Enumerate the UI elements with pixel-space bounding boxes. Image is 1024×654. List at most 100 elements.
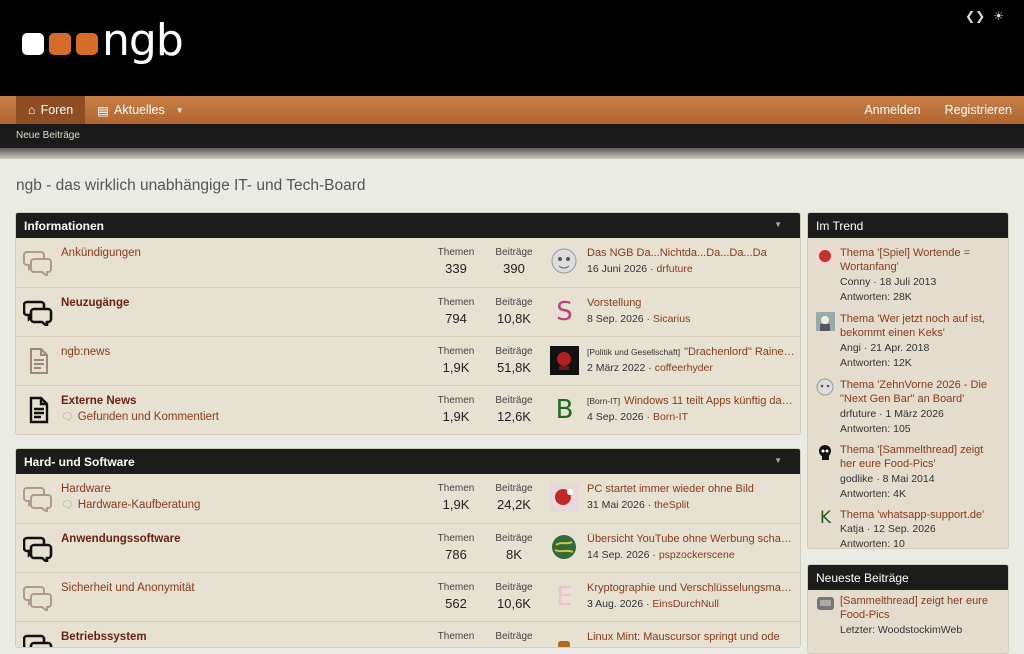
subforum-label: Gefunden und Kommentiert: [77, 411, 219, 423]
stat-label: Beiträge: [495, 582, 533, 593]
thread-prefix: [Born-IT]: [587, 396, 621, 406]
tab-news[interactable]: ▤ Aktuelles ▼: [85, 96, 195, 124]
avatar[interactable]: K: [816, 508, 835, 528]
themen-stat: Themen 339: [426, 247, 486, 276]
last-post-title[interactable]: Kryptographie und Verschlüsselungsmaßnah…: [587, 582, 795, 594]
last-post-title[interactable]: Übersicht YouTube ohne Werbung schauen: [587, 533, 795, 545]
stat-label: Themen: [437, 533, 475, 544]
forum-title[interactable]: Neuzugänge: [61, 297, 129, 309]
trend-item[interactable]: Thema 'ZehnVorne 2026 - Die "Next Gen Ba…: [808, 374, 1008, 440]
trend-item-answers: Antworten: 4K: [840, 488, 906, 500]
stat-value: 562: [445, 596, 467, 611]
trend-item[interactable]: Thema '[Sammelthread] zeigt her eure Foo…: [808, 439, 1008, 505]
home-icon: ⌂: [28, 103, 36, 117]
themen-stat: Themen 786: [426, 533, 486, 562]
last-post-title[interactable]: [Born-IT] Windows 11 teilt Apps künftig d…: [587, 395, 795, 407]
last-post-user[interactable]: EinsDurchNull: [652, 598, 719, 610]
themen-stat: Themen 794: [426, 297, 486, 326]
last-post-date[interactable]: 8 Sep. 2026: [587, 313, 644, 325]
forum-title[interactable]: Externe News: [61, 395, 136, 407]
trend-item-title[interactable]: Thema '[Spiel] Wortende = Wortanfang': [840, 246, 1000, 274]
avatar[interactable]: [550, 533, 579, 562]
last-post-date[interactable]: 16 Juni 2026: [587, 263, 647, 275]
subforum-link[interactable]: 🗨 Gefunden und Kommentiert: [61, 411, 219, 423]
sub-nav: Neue Beiträge: [0, 124, 1024, 148]
forum-category: Informationen ▼ Ankündigungen Themen 339 Beit…: [15, 212, 801, 435]
subforum-icon: 🗨: [61, 499, 74, 511]
last-post-title[interactable]: Das NGB Da...Nichtda...Da...Da...Da: [587, 247, 795, 259]
stat-label: Beiträge: [495, 247, 533, 258]
register-link[interactable]: Registrieren: [933, 96, 1024, 124]
trend-item-meta: godlike · 8 Mai 2014: [840, 473, 935, 485]
forum-title[interactable]: Ankündigungen: [61, 247, 141, 259]
new-posts-link[interactable]: Neue Beiträge: [16, 130, 80, 141]
last-post-title[interactable]: Vorstellung: [587, 297, 795, 309]
last-post-title-text: Windows 11 teilt Apps künftig dauerhaft: [624, 395, 795, 407]
trend-item-title[interactable]: Thema 'ZehnVorne 2026 - Die "Next Gen Ba…: [840, 378, 1000, 406]
stat-label: Themen: [437, 346, 475, 357]
avatar[interactable]: [550, 346, 579, 375]
avatar[interactable]: [816, 246, 835, 265]
last-post-user[interactable]: Sicarius: [653, 313, 690, 325]
forum-title[interactable]: Hardware: [61, 483, 111, 495]
subforum-link[interactable]: 🗨 Hardware-Kaufberatung: [61, 499, 200, 511]
last-post-date[interactable]: 14 Sep. 2026: [587, 549, 649, 561]
stat-label: Beiträge: [495, 631, 533, 642]
trend-item[interactable]: Thema 'Wer jetzt noch auf ist, bekommt e…: [808, 308, 1008, 374]
last-post-meta: 2 März 2022 · coffeerhyder: [587, 362, 713, 374]
site-logo[interactable]: ngb: [22, 19, 184, 64]
avatar[interactable]: [550, 247, 579, 276]
avatar[interactable]: S: [550, 297, 579, 327]
themen-stat: Themen 1,9K: [426, 346, 486, 375]
avatar[interactable]: B: [550, 395, 579, 425]
last-post-date[interactable]: 4 Sep. 2026: [587, 411, 644, 423]
last-post-user[interactable]: drfuture: [656, 263, 692, 275]
last-post-user[interactable]: theSplit: [654, 499, 689, 511]
login-link[interactable]: Anmelden: [852, 96, 932, 124]
forum-title[interactable]: Betriebssystem: [61, 631, 147, 643]
trend-item[interactable]: Thema '[Spiel] Wortende = Wortanfang' Con…: [808, 242, 1008, 308]
trend-item-title[interactable]: Thema '[Sammelthread] zeigt her eure Foo…: [840, 443, 1000, 471]
forum-title[interactable]: Anwendungssoftware: [61, 533, 180, 545]
chevron-down-icon[interactable]: ▼: [176, 106, 184, 115]
trend-item-meta: drfuture · 1 März 2026: [840, 408, 944, 420]
last-post-user[interactable]: coffeerhyder: [655, 362, 713, 374]
last-post-title[interactable]: [Politik und Gesellschaft] "Drachenlord" …: [587, 346, 795, 358]
last-post-title[interactable]: Linux Mint: Mauscursor springt und ode: [587, 631, 795, 643]
category-title[interactable]: Informationen ▼: [16, 213, 800, 238]
tab-news-label: Aktuelles: [114, 103, 165, 117]
forum-title[interactable]: Sicherheit und Anonymität: [61, 582, 195, 594]
latest-item[interactable]: [Sammelthread] zeigt her eure Food-Pics …: [808, 590, 1008, 653]
last-post-date[interactable]: 31 Mai 2026: [587, 499, 645, 511]
latest-item-title[interactable]: [Sammelthread] zeigt her eure Food-Pics: [840, 594, 1000, 622]
trend-item[interactable]: K Thema 'whatsapp-support.de' Katja · 12 S…: [808, 504, 1008, 549]
trend-item-title[interactable]: Thema 'whatsapp-support.de': [840, 508, 1000, 522]
forum-row: Neuzugänge Themen 794 Beiträge 10,8K S Vorstel…: [16, 287, 800, 336]
last-post-title[interactable]: PC startet immer wieder ohne Bild: [587, 483, 795, 495]
trend-item-title[interactable]: Thema 'Wer jetzt noch auf ist, bekommt e…: [840, 312, 1000, 340]
avatar[interactable]: [816, 443, 835, 462]
sun-icon[interactable]: ☀: [993, 9, 1004, 23]
last-post-meta: 14 Sep. 2026 · pspzockerscene: [587, 549, 735, 561]
code-brackets-icon[interactable]: ❮❯: [965, 9, 985, 23]
category-title[interactable]: Hard- und Software ▼: [16, 449, 800, 474]
subforum-icon: 🗨: [61, 411, 74, 423]
stat-value: 339: [445, 261, 467, 276]
avatar[interactable]: [816, 312, 835, 331]
stat-value: 8K: [506, 547, 522, 562]
last-post-user[interactable]: Born-IT: [653, 411, 688, 423]
forum-title[interactable]: ngb:news: [61, 346, 110, 358]
last-post-user[interactable]: pspzockerscene: [659, 549, 735, 561]
avatar[interactable]: [550, 483, 579, 512]
tab-forums[interactable]: ⌂ Foren: [16, 96, 86, 124]
chat-bubbles-icon: [23, 248, 53, 279]
avatar[interactable]: E: [550, 582, 579, 612]
collapse-icon[interactable]: ▼: [774, 456, 782, 465]
last-post-date[interactable]: 2 März 2022: [587, 362, 645, 374]
main-nav: ⌂ Foren ▤ Aktuelles ▼ Anmelden Registrie…: [0, 96, 1024, 124]
collapse-icon[interactable]: ▼: [774, 220, 782, 229]
last-post-date[interactable]: 3 Aug. 2026: [587, 598, 643, 610]
stat-label: Themen: [437, 631, 475, 642]
avatar[interactable]: [816, 378, 835, 397]
trend-item-answers: Antworten: 10: [840, 538, 905, 549]
